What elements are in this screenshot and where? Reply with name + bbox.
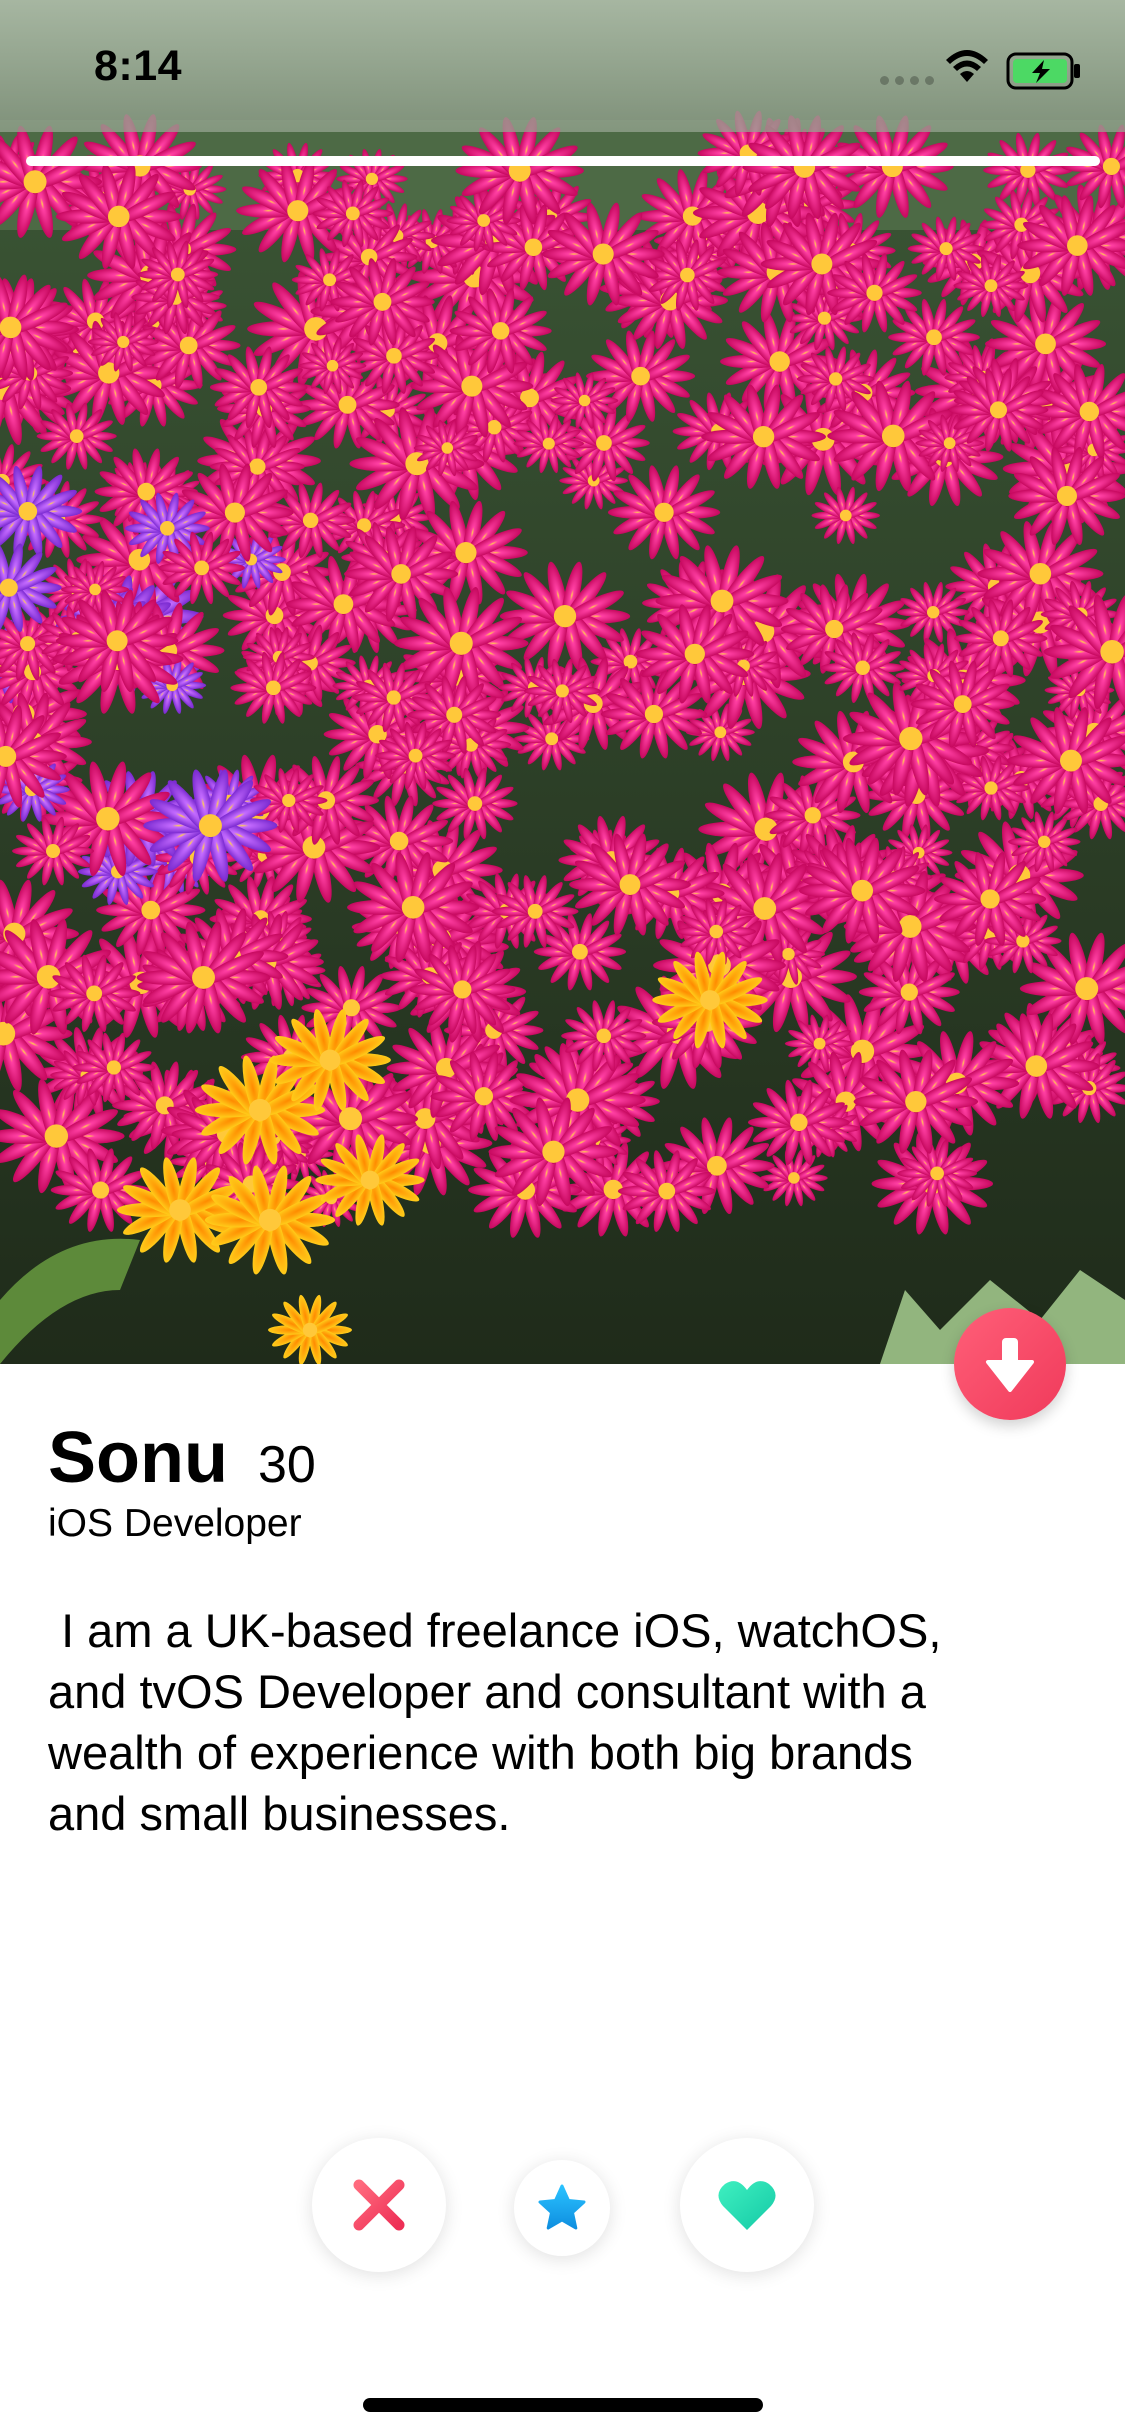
profile-bio: I am a UK-based freelance iOS, watchOS, … [48,1604,942,1840]
status-bar: 8:14 [0,0,1125,132]
heart-icon [718,2181,776,2230]
photo-progress-bar [26,156,1100,166]
profile-age: 30 [258,1436,316,1494]
collapse-details-button[interactable] [954,1308,1066,1420]
home-indicator [363,2398,763,2412]
flower-field-image [0,0,1125,1364]
star-icon [538,2184,586,2230]
status-time: 8:14 [94,42,183,90]
profile-job-title: iOS Developer [48,1502,302,1545]
profile-name: Sonu [48,1418,228,1498]
close-icon [353,2179,405,2231]
nope-button[interactable] [312,2138,446,2272]
wifi-icon [946,50,988,82]
like-button[interactable] [680,2138,814,2272]
arrow-down-icon [986,1338,1034,1392]
profile-photo[interactable] [0,0,1125,1364]
super-like-button[interactable] [514,2160,610,2256]
photo-progress-fill [26,156,1100,166]
battery-charging-icon [1006,52,1080,90]
signal-dots-icon [880,76,934,85]
